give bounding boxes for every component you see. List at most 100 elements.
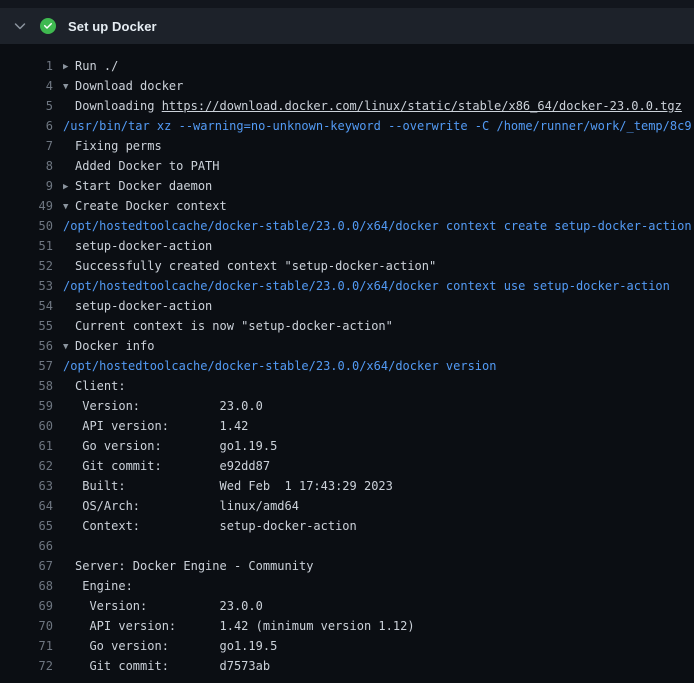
group-title: Start Docker daemon bbox=[75, 179, 212, 193]
log-line[interactable]: 56 ▼Docker info bbox=[0, 336, 694, 356]
check-circle-icon bbox=[40, 18, 56, 34]
log-line[interactable]: 8 Added Docker to PATH bbox=[0, 156, 694, 176]
log-line[interactable]: 49 ▼Create Docker context bbox=[0, 196, 694, 216]
line-content: setup-docker-action bbox=[63, 296, 212, 316]
line-content: ▶Start Docker daemon bbox=[63, 176, 212, 196]
line-content: Successfully created context "setup-dock… bbox=[63, 256, 436, 276]
log-line[interactable]: 67 Server: Docker Engine - Community bbox=[0, 556, 694, 576]
log-line[interactable]: 62 Git commit: e92dd87 bbox=[0, 456, 694, 476]
line-number[interactable]: 69 bbox=[0, 596, 53, 616]
line-content: /opt/hostedtoolcache/docker-stable/23.0.… bbox=[63, 276, 670, 296]
group-collapse-icon[interactable]: ▼ bbox=[63, 77, 75, 96]
line-number[interactable]: 64 bbox=[0, 496, 53, 516]
log-line[interactable]: 66 bbox=[0, 536, 694, 556]
line-number[interactable]: 54 bbox=[0, 296, 53, 316]
line-number[interactable]: 49 bbox=[0, 196, 53, 216]
line-number[interactable]: 58 bbox=[0, 376, 53, 396]
line-number[interactable]: 57 bbox=[0, 356, 53, 376]
log-line[interactable]: 58 Client: bbox=[0, 376, 694, 396]
log-line[interactable]: 6 /usr/bin/tar xz --warning=no-unknown-k… bbox=[0, 116, 694, 136]
log-line[interactable]: 59 Version: 23.0.0 bbox=[0, 396, 694, 416]
chevron-down-icon[interactable] bbox=[14, 20, 28, 32]
log-line[interactable]: 50 /opt/hostedtoolcache/docker-stable/23… bbox=[0, 216, 694, 236]
page-top-strip bbox=[0, 0, 694, 8]
log-line[interactable]: 1 ▶Run ./ bbox=[0, 56, 694, 76]
group-expand-icon[interactable]: ▶ bbox=[63, 177, 75, 196]
line-content: Version: 23.0.0 bbox=[63, 396, 263, 416]
line-number[interactable]: 8 bbox=[0, 156, 53, 176]
line-number[interactable]: 72 bbox=[0, 656, 53, 676]
line-number[interactable]: 68 bbox=[0, 576, 53, 596]
line-number[interactable]: 61 bbox=[0, 436, 53, 456]
line-content: Server: Docker Engine - Community bbox=[63, 556, 313, 576]
line-number[interactable]: 65 bbox=[0, 516, 53, 536]
line-content: ▼Create Docker context bbox=[63, 196, 227, 216]
line-content: API version: 1.42 bbox=[63, 416, 248, 436]
line-content: OS/Arch: linux/amd64 bbox=[63, 496, 299, 516]
group-collapse-icon[interactable]: ▼ bbox=[63, 197, 75, 216]
log-line[interactable]: 57 /opt/hostedtoolcache/docker-stable/23… bbox=[0, 356, 694, 376]
step-title: Set up Docker bbox=[68, 19, 157, 34]
log-line[interactable]: 65 Context: setup-docker-action bbox=[0, 516, 694, 536]
line-content: Git commit: d7573ab bbox=[63, 656, 270, 676]
group-title: Docker info bbox=[75, 339, 154, 353]
line-number[interactable]: 51 bbox=[0, 236, 53, 256]
log-line[interactable]: 9 ▶Start Docker daemon bbox=[0, 176, 694, 196]
log-line[interactable]: 52 Successfully created context "setup-d… bbox=[0, 256, 694, 276]
line-content bbox=[63, 536, 75, 556]
line-number[interactable]: 50 bbox=[0, 216, 53, 236]
line-number[interactable]: 71 bbox=[0, 636, 53, 656]
line-content: setup-docker-action bbox=[63, 236, 212, 256]
log-line[interactable]: 68 Engine: bbox=[0, 576, 694, 596]
log-line[interactable]: 72 Git commit: d7573ab bbox=[0, 656, 694, 676]
log-line[interactable]: 61 Go version: go1.19.5 bbox=[0, 436, 694, 456]
log-line[interactable]: 5 Downloading https://download.docker.co… bbox=[0, 96, 694, 116]
line-number[interactable]: 59 bbox=[0, 396, 53, 416]
line-content: Built: Wed Feb 1 17:43:29 2023 bbox=[63, 476, 393, 496]
line-number[interactable]: 62 bbox=[0, 456, 53, 476]
line-number[interactable]: 67 bbox=[0, 556, 53, 576]
log-line[interactable]: 4 ▼Download docker bbox=[0, 76, 694, 96]
line-content: Downloading https://download.docker.com/… bbox=[63, 96, 682, 116]
group-title: Run ./ bbox=[75, 59, 118, 73]
log-line[interactable]: 70 API version: 1.42 (minimum version 1.… bbox=[0, 616, 694, 636]
line-number[interactable]: 6 bbox=[0, 116, 53, 136]
line-number[interactable]: 60 bbox=[0, 416, 53, 436]
group-expand-icon[interactable]: ▶ bbox=[63, 57, 75, 76]
line-number[interactable]: 70 bbox=[0, 616, 53, 636]
line-number[interactable]: 56 bbox=[0, 336, 53, 356]
line-content: /opt/hostedtoolcache/docker-stable/23.0.… bbox=[63, 356, 496, 376]
group-title: Download docker bbox=[75, 79, 183, 93]
line-number[interactable]: 4 bbox=[0, 76, 53, 96]
line-content: API version: 1.42 (minimum version 1.12) bbox=[63, 616, 415, 636]
log-line[interactable]: 60 API version: 1.42 bbox=[0, 416, 694, 436]
line-number[interactable]: 63 bbox=[0, 476, 53, 496]
step-header[interactable]: Set up Docker bbox=[0, 8, 694, 44]
line-number[interactable]: 9 bbox=[0, 176, 53, 196]
log-line[interactable]: 64 OS/Arch: linux/amd64 bbox=[0, 496, 694, 516]
line-number[interactable]: 7 bbox=[0, 136, 53, 156]
log-line[interactable]: 51 setup-docker-action bbox=[0, 236, 694, 256]
log-line[interactable]: 69 Version: 23.0.0 bbox=[0, 596, 694, 616]
log-line[interactable]: 54 setup-docker-action bbox=[0, 296, 694, 316]
line-content: /opt/hostedtoolcache/docker-stable/23.0.… bbox=[63, 216, 692, 236]
group-title: Create Docker context bbox=[75, 199, 227, 213]
log-line[interactable]: 7 Fixing perms bbox=[0, 136, 694, 156]
log-line[interactable]: 53 /opt/hostedtoolcache/docker-stable/23… bbox=[0, 276, 694, 296]
group-collapse-icon[interactable]: ▼ bbox=[63, 337, 75, 356]
log-line[interactable]: 71 Go version: go1.19.5 bbox=[0, 636, 694, 656]
log-line[interactable]: 63 Built: Wed Feb 1 17:43:29 2023 bbox=[0, 476, 694, 496]
line-content: ▼Download docker bbox=[63, 76, 183, 96]
line-content: Go version: go1.19.5 bbox=[63, 636, 277, 656]
line-number[interactable]: 52 bbox=[0, 256, 53, 276]
log-link[interactable]: https://download.docker.com/linux/static… bbox=[162, 99, 682, 113]
line-number[interactable]: 66 bbox=[0, 536, 53, 556]
line-content: ▼Docker info bbox=[63, 336, 154, 356]
line-number[interactable]: 5 bbox=[0, 96, 53, 116]
line-number[interactable]: 1 bbox=[0, 56, 53, 76]
log-line[interactable]: 55 Current context is now "setup-docker-… bbox=[0, 316, 694, 336]
line-content: Current context is now "setup-docker-act… bbox=[63, 316, 393, 336]
line-number[interactable]: 55 bbox=[0, 316, 53, 336]
line-content: Added Docker to PATH bbox=[63, 156, 220, 176]
line-number[interactable]: 53 bbox=[0, 276, 53, 296]
